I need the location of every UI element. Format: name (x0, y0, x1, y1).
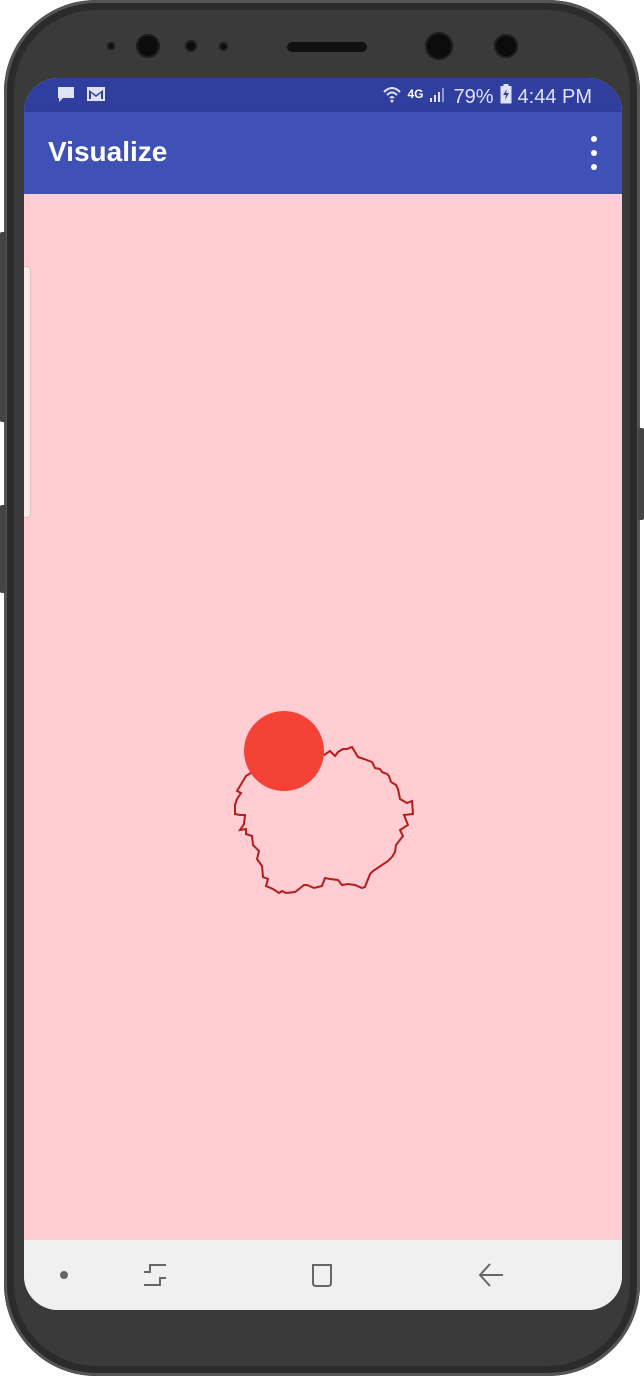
device-screen: 4G 79% 4:44 PM Visualize (24, 78, 622, 1310)
lte-icon: 4G (407, 87, 424, 101)
ambient-sensor (219, 42, 228, 51)
bixby-button (0, 232, 6, 422)
light-sensor (185, 40, 197, 52)
wifi-icon (383, 85, 402, 109)
navigation-bar (24, 1240, 622, 1310)
overflow-menu-icon[interactable] (586, 136, 602, 170)
app-bar: Visualize (24, 112, 622, 194)
message-icon (56, 86, 76, 109)
audio-level-circle (244, 711, 324, 791)
audio-visualizer (234, 711, 415, 895)
status-bar: 4G 79% 4:44 PM (24, 78, 622, 112)
system-status: 4G 79% 4:44 PM (383, 84, 592, 110)
earpiece-speaker (287, 42, 367, 52)
notification-icons (56, 86, 106, 109)
app-title: Visualize (48, 136, 168, 167)
iris-camera (425, 32, 453, 60)
iris-sensor (494, 34, 518, 58)
recents-icon[interactable] (130, 1240, 180, 1310)
battery-percent: 79% (453, 85, 494, 108)
visualizer-canvas[interactable] (24, 194, 622, 1240)
home-dot-icon[interactable] (44, 1240, 84, 1310)
battery-charging-icon (500, 84, 512, 110)
home-square-icon[interactable] (298, 1240, 348, 1310)
power-button (638, 428, 644, 520)
clock: 4:44 PM (517, 85, 592, 108)
front-camera (136, 34, 160, 58)
proximity-sensor (107, 42, 115, 50)
signal-icon (429, 85, 447, 109)
gmail-icon (86, 86, 106, 109)
back-icon[interactable] (466, 1240, 516, 1310)
volume-button (0, 505, 6, 593)
